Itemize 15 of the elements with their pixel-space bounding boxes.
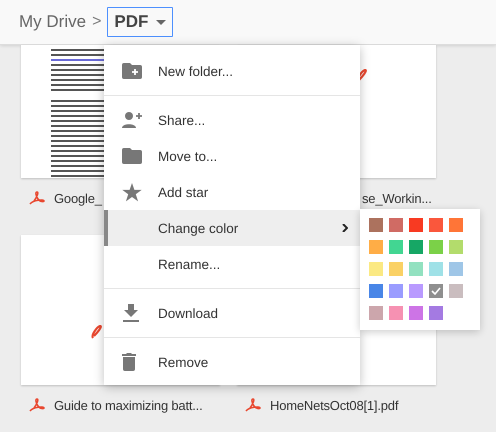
menu-item[interactable]: Rename... — [104, 246, 360, 282]
file-name[interactable]: Google_ — [54, 190, 102, 206]
file-name[interactable]: Guide to maximizing batt... — [54, 398, 202, 412]
menu-item[interactable]: Remove — [104, 344, 360, 380]
menu-item[interactable]: Change color — [104, 210, 360, 246]
file-name[interactable]: se_Workin... — [362, 190, 432, 206]
breadcrumb-separator: > — [92, 13, 102, 31]
current-folder-dropdown[interactable]: PDF — [107, 7, 174, 37]
file-name[interactable]: HomeNetsOct08[1].pdf — [270, 398, 398, 412]
menu-item[interactable]: New folder... — [104, 53, 360, 89]
menu-item[interactable]: Download — [104, 295, 360, 331]
breadcrumb-root[interactable]: My Drive — [19, 12, 86, 32]
menu-item[interactable]: Share... — [104, 102, 360, 138]
menu-item[interactable]: Move to... — [104, 138, 360, 174]
menu-item[interactable]: Add star — [104, 174, 360, 210]
